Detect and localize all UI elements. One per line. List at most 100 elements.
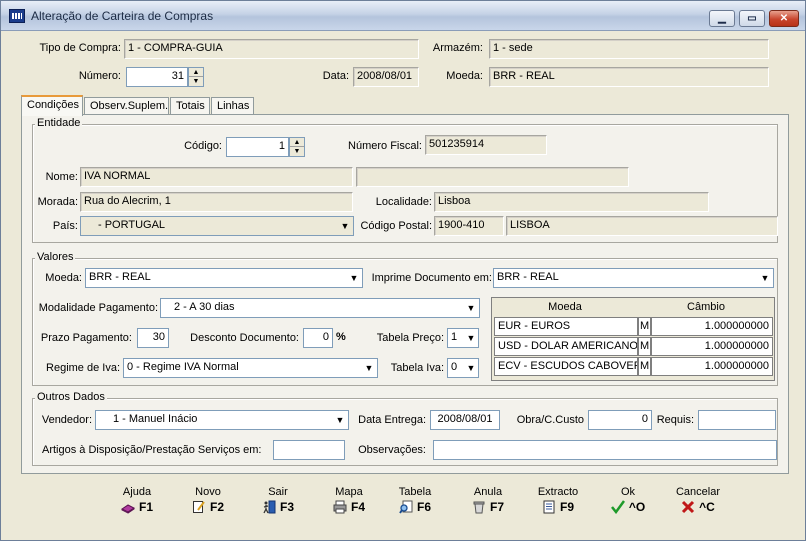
spin-up-icon[interactable]: ▲	[290, 138, 304, 147]
valores-moeda-label: Moeda:	[45, 272, 82, 284]
tab-totais[interactable]: Totais	[170, 97, 210, 115]
cambio-row-moeda[interactable]: USD - DOLAR AMERICANO	[494, 337, 638, 356]
chevron-down-icon[interactable]: ▼	[757, 269, 773, 287]
cambio-row-flag[interactable]: M	[638, 337, 651, 356]
localidade-field: Lisboa	[434, 192, 709, 212]
cambio-row-flag[interactable]: M	[638, 357, 651, 376]
desconto-input[interactable]: 0	[303, 328, 333, 348]
chevron-down-icon[interactable]: ▼	[464, 329, 478, 347]
cambio-row-flag[interactable]: M	[638, 317, 651, 336]
regime-iva-label: Regime de Iva:	[46, 362, 120, 374]
data-entrega-label: Data Entrega:	[358, 414, 426, 426]
tab-observ-suplem[interactable]: Observ.Suplem.	[84, 97, 169, 115]
moeda-field: BRR - REAL	[489, 67, 769, 87]
numero-fiscal-label: Número Fiscal:	[348, 140, 422, 152]
tabela-iva-value: 0	[451, 361, 458, 373]
requis-input[interactable]	[698, 410, 776, 430]
morada-label: Morada:	[37, 196, 78, 208]
anula-caption: Anula	[473, 486, 503, 498]
vendedor-value: 1 - Manuel Inácio	[113, 413, 198, 425]
cancelar-button[interactable]: Cancelar ^C	[668, 486, 728, 522]
data-label: Data:	[322, 70, 349, 82]
extracto-button[interactable]: Extracto F9	[528, 486, 588, 522]
codigo-input[interactable]: 1	[226, 137, 289, 157]
tab-linhas[interactable]: Linhas	[211, 97, 254, 115]
spin-down-icon[interactable]: ▼	[290, 147, 304, 156]
observacoes-input[interactable]	[433, 440, 777, 460]
novo-button[interactable]: Novo F2	[178, 486, 238, 522]
chevron-down-icon[interactable]: ▼	[464, 359, 478, 377]
mapa-button[interactable]: Mapa F4	[319, 486, 379, 522]
valores-moeda-select[interactable]: BRR - REAL ▼	[85, 268, 363, 288]
regime-iva-select[interactable]: 0 - Regime IVA Normal ▼	[123, 358, 378, 378]
vendedor-select[interactable]: 1 - Manuel Inácio ▼	[95, 410, 349, 430]
cambio-row-value[interactable]: 1.000000000	[651, 337, 773, 356]
tabela-button[interactable]: Tabela F6	[385, 486, 445, 522]
chevron-down-icon[interactable]: ▼	[332, 411, 348, 429]
chevron-down-icon[interactable]: ▼	[463, 299, 479, 317]
data-entrega-input[interactable]: 2008/08/01	[430, 410, 500, 430]
nome-field: IVA NORMAL	[80, 167, 353, 187]
tabela-caption: Tabela	[398, 486, 432, 498]
cambio-row-value[interactable]: 1.000000000	[651, 317, 773, 336]
tipo-compra-label: Tipo de Compra:	[39, 42, 121, 54]
modalidade-select[interactable]: 2 - A 30 dias ▼	[160, 298, 480, 318]
new-document-icon	[192, 501, 205, 513]
ajuda-caption: Ajuda	[122, 486, 152, 498]
artigos-disposicao-input[interactable]	[273, 440, 345, 460]
entidade-group-title: Entidade	[35, 117, 83, 129]
imprime-documento-select[interactable]: BRR - REAL ▼	[493, 268, 774, 288]
numero-fiscal-field: 501235914	[425, 135, 547, 155]
pais-select-value: - PORTUGAL	[98, 219, 166, 231]
data-field: 2008/08/01	[353, 67, 419, 87]
valores-group-title: Valores	[35, 251, 76, 263]
extracto-key: F9	[559, 500, 574, 514]
tab-panel-condicoes: Entidade Código: 1 ▲ ▼ Número Fiscal: 50…	[21, 114, 789, 474]
morada-field: Rua do Alecrim, 1	[80, 192, 353, 212]
tabela-iva-select[interactable]: 0 ▼	[447, 358, 479, 378]
cambio-col-moeda[interactable]: Moeda	[492, 298, 638, 316]
numero-spinner[interactable]: ▲ ▼	[188, 67, 204, 87]
tab-condicoes[interactable]: Condições	[21, 95, 83, 116]
obra-custo-input[interactable]: 0	[588, 410, 652, 430]
spin-up-icon[interactable]: ▲	[189, 68, 203, 77]
anula-button[interactable]: Anula F7	[458, 486, 518, 522]
ajuda-button[interactable]: Ajuda F1	[107, 486, 167, 522]
artigos-disposicao-label: Artigos à Disposição/Prestação Serviços …	[42, 444, 262, 456]
chevron-down-icon[interactable]: ▼	[346, 269, 362, 287]
sair-button[interactable]: Sair F3	[248, 486, 308, 522]
pais-select[interactable]: - PORTUGAL ▼	[80, 216, 354, 236]
ok-button[interactable]: Ok ^O	[598, 486, 658, 522]
requis-label: Requis:	[656, 414, 694, 426]
check-icon	[610, 500, 625, 514]
maximize-button[interactable]: ▭	[739, 10, 765, 27]
prazo-input[interactable]: 30	[137, 328, 169, 348]
cambio-row-moeda[interactable]: ECV - ESCUDOS CABOVERD	[494, 357, 638, 376]
percent-sign: %	[336, 331, 346, 343]
cambio-row-value[interactable]: 1.000000000	[651, 357, 773, 376]
window-title: Alteração de Carteira de Compras	[31, 9, 214, 23]
ok-caption: Ok	[620, 486, 636, 498]
cancelar-caption: Cancelar	[675, 486, 721, 498]
mapa-caption: Mapa	[335, 486, 363, 498]
spin-down-icon[interactable]: ▼	[189, 77, 203, 86]
cambio-row-moeda[interactable]: EUR - EUROS	[494, 317, 638, 336]
codigo-postal-label: Código Postal:	[360, 220, 432, 232]
title-bar[interactable]: Alteração de Carteira de Compras ▁ ▭ ✕	[1, 1, 805, 31]
cambio-table[interactable]: Moeda Câmbio EUR - EUROS M 1.000000000 U…	[491, 297, 775, 381]
nome-label: Nome:	[45, 171, 78, 183]
codigo-spinner[interactable]: ▲ ▼	[289, 137, 305, 157]
minimize-button[interactable]: ▁	[709, 10, 735, 27]
exit-door-icon	[263, 500, 276, 514]
close-button[interactable]: ✕	[769, 10, 799, 27]
sair-key: F3	[279, 500, 294, 514]
observacoes-label: Observações:	[358, 444, 426, 456]
cambio-col-cambio[interactable]: Câmbio	[638, 298, 774, 316]
numero-input[interactable]: 31	[126, 67, 188, 87]
document-list-icon	[543, 500, 555, 514]
chevron-down-icon[interactable]: ▼	[337, 217, 353, 235]
outros-dados-group-title: Outros Dados	[35, 391, 107, 403]
chevron-down-icon[interactable]: ▼	[361, 359, 377, 377]
app-icon[interactable]	[9, 9, 25, 23]
tabela-preco-select[interactable]: 1 ▼	[447, 328, 479, 348]
